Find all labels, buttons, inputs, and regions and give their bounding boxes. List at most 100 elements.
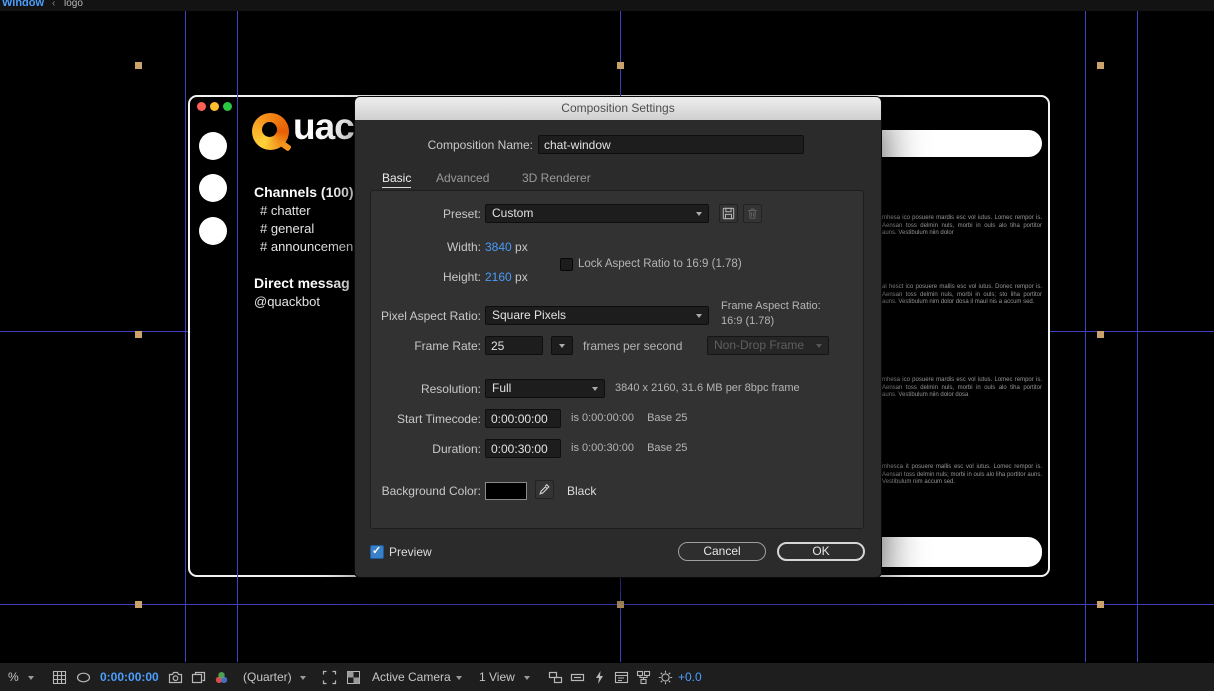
- guide-line-vertical: [237, 11, 238, 662]
- chevron-down-icon: [300, 676, 306, 680]
- delete-preset-button[interactable]: [743, 204, 762, 223]
- ok-button[interactable]: OK: [777, 542, 865, 561]
- selection-handle[interactable]: [135, 601, 142, 608]
- save-preset-button[interactable]: [719, 204, 738, 223]
- start-timecode-info: is 0:00:00:00 Base 25: [571, 412, 687, 424]
- chevron-down-icon: [524, 676, 530, 680]
- show-snapshot-button[interactable]: [191, 670, 206, 685]
- chevron-down-icon: [696, 212, 702, 216]
- tab-advanced[interactable]: Advanced: [436, 171, 489, 185]
- channel-item: # announcemen: [260, 239, 353, 254]
- chevron-down-icon: [28, 676, 34, 680]
- region-of-interest-button[interactable]: [322, 670, 337, 685]
- selection-handle[interactable]: [617, 62, 624, 69]
- current-time-display[interactable]: 0:00:00:00: [100, 663, 159, 691]
- resolution-info: 3840 x 2160, 31.6 MB per 8bpc frame: [615, 382, 800, 394]
- frame-aspect-label: Frame Aspect Ratio:: [721, 300, 821, 312]
- window-menu-item[interactable]: Window: [2, 0, 44, 9]
- duration-input[interactable]: [485, 439, 561, 458]
- guide-line-vertical: [1137, 11, 1138, 662]
- background-color-name: Black: [567, 484, 596, 498]
- grid-and-guides-button[interactable]: [52, 670, 67, 685]
- eyedropper-button[interactable]: [535, 480, 554, 499]
- selection-handle[interactable]: [1097, 601, 1104, 608]
- timeline-button[interactable]: [614, 670, 629, 685]
- width-value[interactable]: 3840 px: [485, 240, 528, 254]
- pixel-aspect-dropdown[interactable]: Square Pixels: [485, 306, 709, 325]
- basic-tab-panel: Preset: Custom Wi: [370, 190, 864, 529]
- trash-icon: [746, 207, 759, 220]
- cancel-button[interactable]: Cancel: [678, 542, 766, 561]
- transparency-grid-button[interactable]: [346, 670, 361, 685]
- channels-header: Channels (100): [254, 184, 354, 200]
- blurred-paragraph: mhesa ico posuere mardis esc vol iutus. …: [882, 215, 1042, 238]
- background-color-label: Background Color:: [371, 484, 481, 498]
- chevron-down-icon: [816, 344, 822, 348]
- chevron-down-icon: [559, 344, 565, 348]
- selection-handle[interactable]: [135, 62, 142, 69]
- direct-messages-header: Direct messag: [254, 275, 350, 291]
- channel-item: # chatter: [260, 203, 311, 218]
- after-effects-workspace: Window ‹ logo uac Channels (100) # chatt…: [0, 0, 1214, 691]
- dm-item: @quackbot: [254, 294, 320, 309]
- preview-checkbox[interactable]: [370, 545, 384, 559]
- chevron-down-icon: [592, 387, 598, 391]
- composition-settings-dialog: Composition Settings Composition Name: B…: [355, 97, 881, 577]
- viewer-toolbar: % 0:00:00:00 (Quarter) Active Camera 1 V…: [0, 662, 1214, 691]
- blurred-paragraph: mhesa ico posuere mardis esc vol iutus. …: [882, 377, 1042, 400]
- exposure-value[interactable]: +0.0: [678, 663, 702, 691]
- width-label: Width:: [371, 240, 481, 254]
- reset-exposure-button[interactable]: [658, 670, 673, 685]
- guide-line-vertical: [185, 11, 186, 662]
- guide-line-vertical: [1085, 11, 1086, 662]
- tab-3d-renderer[interactable]: 3D Renderer: [522, 171, 591, 185]
- selection-handle[interactable]: [617, 601, 624, 608]
- preset-dropdown[interactable]: Custom: [485, 204, 709, 223]
- magnification-dropdown[interactable]: %: [8, 663, 19, 691]
- eyedropper-icon: [538, 483, 551, 496]
- start-timecode-label: Start Timecode:: [371, 412, 481, 426]
- pixel-aspect-correction-button[interactable]: [570, 670, 585, 685]
- blurred-paragraph: al hesct ico posuere mallis esc vol iutu…: [882, 284, 1042, 307]
- height-label: Height:: [371, 270, 481, 284]
- chevron-down-icon: [456, 676, 462, 680]
- lock-aspect-label: Lock Aspect Ratio to 16:9 (1.78): [578, 258, 742, 270]
- preview-label: Preview: [389, 545, 432, 559]
- quack-logo-icon: [252, 113, 289, 150]
- view-layout-dropdown[interactable]: 1 View: [479, 663, 515, 691]
- dialog-title: Composition Settings: [355, 97, 881, 120]
- preset-label: Preset:: [371, 207, 481, 221]
- duration-info: is 0:00:30:00 Base 25: [571, 442, 687, 454]
- guide-line-horizontal: [0, 604, 1214, 605]
- traffic-light-close-icon: [197, 102, 206, 111]
- 3d-view-dropdown[interactable]: Active Camera: [372, 663, 451, 691]
- selection-handle[interactable]: [1097, 331, 1104, 338]
- lock-aspect-checkbox[interactable]: [560, 258, 573, 271]
- selection-handle[interactable]: [1097, 62, 1104, 69]
- snapshot-camera-button[interactable]: [168, 670, 183, 685]
- show-channel-button[interactable]: [214, 670, 229, 685]
- mask-visibility-button[interactable]: [76, 670, 91, 685]
- frame-rate-dropdown-button[interactable]: [551, 336, 573, 355]
- background-color-swatch[interactable]: [485, 482, 527, 500]
- composition-tab-logo[interactable]: logo: [64, 0, 83, 9]
- selection-handle[interactable]: [135, 331, 142, 338]
- tab-basic[interactable]: Basic: [382, 171, 411, 188]
- resolution-dropdown[interactable]: (Quarter): [243, 663, 292, 691]
- composition-name-input[interactable]: [538, 135, 804, 154]
- quack-logo-text: uac: [293, 106, 354, 148]
- fast-previews-button[interactable]: [592, 670, 607, 685]
- share-view-options-button[interactable]: [548, 670, 563, 685]
- resolution-label: Resolution:: [371, 382, 481, 396]
- height-value[interactable]: 2160 px: [485, 270, 528, 284]
- traffic-light-minimize-icon: [210, 102, 219, 111]
- frame-rate-input[interactable]: [485, 336, 543, 355]
- resolution-dropdown[interactable]: Full: [485, 379, 605, 398]
- composition-flowchart-button[interactable]: [636, 670, 651, 685]
- start-timecode-input[interactable]: [485, 409, 561, 428]
- frame-rate-label: Frame Rate:: [371, 339, 481, 353]
- channel-item: # general: [260, 221, 314, 236]
- tab-back-icon: ‹: [52, 0, 55, 9]
- frame-aspect-value: 16:9 (1.78): [721, 315, 774, 327]
- frames-per-second-label: frames per second: [583, 339, 682, 353]
